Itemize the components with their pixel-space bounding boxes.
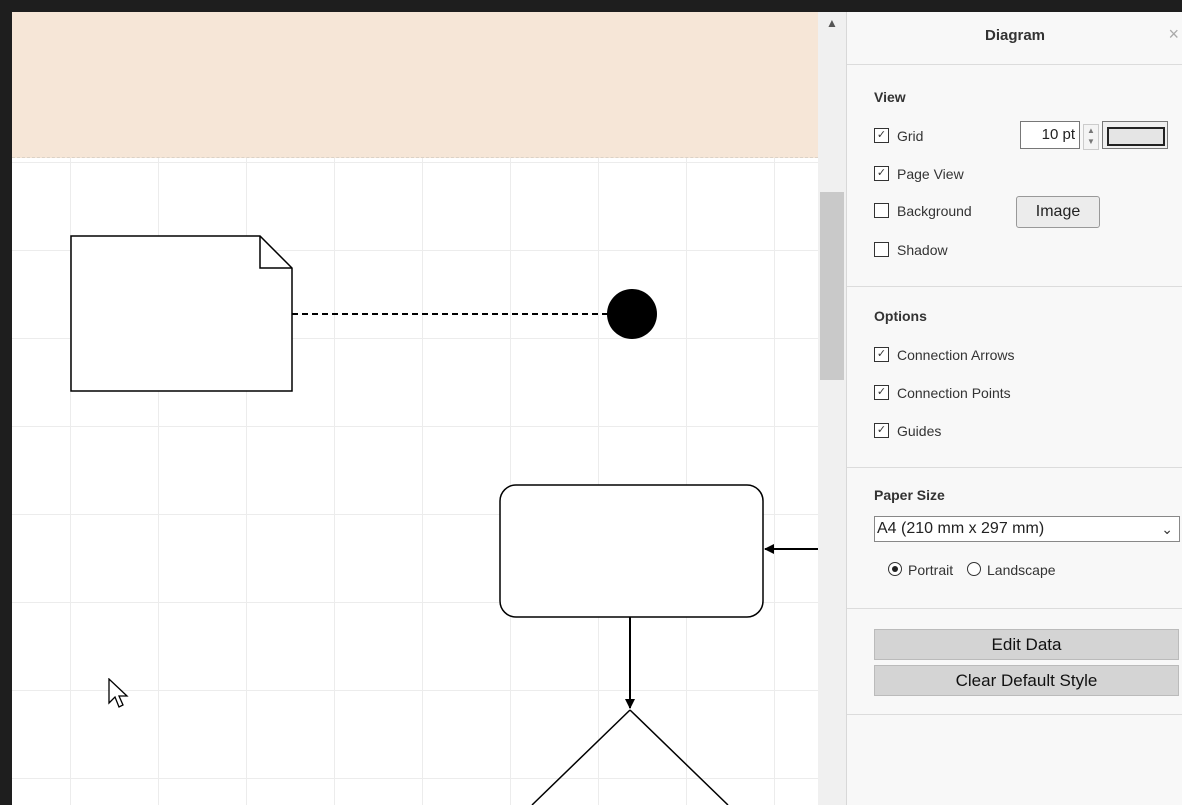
chevron-down-icon[interactable]: ⌄ bbox=[1161, 517, 1173, 541]
checkbox-checked-icon[interactable]: ✓ bbox=[874, 165, 889, 181]
diagram-canvas[interactable] bbox=[12, 12, 818, 805]
radio-unselected-icon[interactable] bbox=[967, 562, 982, 577]
orientation-radios: Portrait Landscape bbox=[888, 560, 1056, 580]
decision-diamond-shape[interactable] bbox=[531, 709, 729, 805]
checkbox-unchecked-icon[interactable] bbox=[874, 241, 889, 257]
grid-checkbox[interactable]: ✓ Grid bbox=[874, 126, 923, 146]
scroll-up-icon[interactable]: ▲ bbox=[826, 16, 838, 30]
note-shape[interactable] bbox=[70, 235, 293, 392]
paper-size-title: Paper Size bbox=[874, 487, 945, 503]
window-top-bar bbox=[0, 0, 1182, 12]
paper-size-select[interactable]: A4 (210 mm x 297 mm) ⌄ bbox=[874, 516, 1180, 542]
actions-section bbox=[847, 608, 1182, 715]
guides-checkbox[interactable]: ✓ Guides bbox=[874, 421, 941, 441]
page-view-checkbox[interactable]: ✓ Page View bbox=[874, 164, 964, 184]
portrait-radio[interactable]: Portrait bbox=[888, 562, 953, 578]
panel-title: Diagram bbox=[847, 12, 1182, 65]
window-left-bar bbox=[0, 0, 12, 805]
background-label: Background bbox=[897, 203, 972, 219]
connection-points-checkbox[interactable]: ✓ Connection Points bbox=[874, 383, 1011, 403]
clear-default-style-button[interactable]: Clear Default Style bbox=[874, 665, 1179, 696]
view-section-title: View bbox=[874, 89, 906, 105]
landscape-radio[interactable]: Landscape bbox=[967, 562, 1056, 578]
grid-size-input[interactable]: 10 pt bbox=[1020, 121, 1080, 149]
background-checkbox[interactable]: Background bbox=[874, 201, 972, 221]
connection-points-label: Connection Points bbox=[897, 385, 1011, 401]
mouse-pointer-icon bbox=[108, 678, 129, 708]
radio-selected-icon[interactable] bbox=[888, 562, 902, 577]
grid-color-button[interactable] bbox=[1102, 121, 1168, 149]
view-section: View ✓ Grid ✓ Page View Background Shadow bbox=[847, 65, 1182, 287]
portrait-label: Portrait bbox=[908, 562, 954, 578]
connection-arrows-label: Connection Arrows bbox=[897, 347, 1015, 363]
checkbox-checked-icon[interactable]: ✓ bbox=[874, 346, 889, 362]
initial-state-node[interactable] bbox=[607, 289, 657, 339]
grid-size-spinner[interactable]: ▲ ▼ bbox=[1083, 124, 1099, 150]
checkbox-unchecked-icon[interactable] bbox=[874, 202, 889, 218]
connection-arrows-checkbox[interactable]: ✓ Connection Arrows bbox=[874, 345, 1015, 365]
format-panel: Diagram × View ✓ Grid ✓ Page View Backgrou… bbox=[846, 12, 1182, 805]
checkbox-checked-icon[interactable]: ✓ bbox=[874, 384, 889, 400]
background-image-button[interactable]: Image bbox=[1016, 196, 1100, 228]
grid-color-swatch bbox=[1107, 127, 1165, 146]
close-icon[interactable]: × bbox=[1168, 24, 1179, 45]
grid-label: Grid bbox=[897, 128, 924, 144]
landscape-label: Landscape bbox=[987, 562, 1056, 578]
scrollbar-thumb[interactable] bbox=[820, 192, 844, 380]
shadow-checkbox[interactable]: Shadow bbox=[874, 240, 948, 260]
checkbox-checked-icon[interactable]: ✓ bbox=[874, 127, 889, 143]
page-view-label: Page View bbox=[897, 166, 964, 182]
options-section: Options ✓ Connection Arrows ✓ Connection P… bbox=[847, 286, 1182, 468]
checkbox-checked-icon[interactable]: ✓ bbox=[874, 422, 889, 438]
options-section-title: Options bbox=[874, 308, 927, 324]
vertical-scrollbar[interactable]: ▲ bbox=[818, 12, 846, 805]
rounded-rectangle-shape[interactable] bbox=[499, 484, 764, 618]
diagram-drawing[interactable] bbox=[12, 12, 818, 805]
paper-size-value: A4 (210 mm x 297 mm) bbox=[877, 520, 1045, 537]
shadow-label: Shadow bbox=[897, 242, 948, 258]
guides-label: Guides bbox=[897, 423, 942, 439]
edit-data-button[interactable]: Edit Data bbox=[874, 629, 1179, 660]
